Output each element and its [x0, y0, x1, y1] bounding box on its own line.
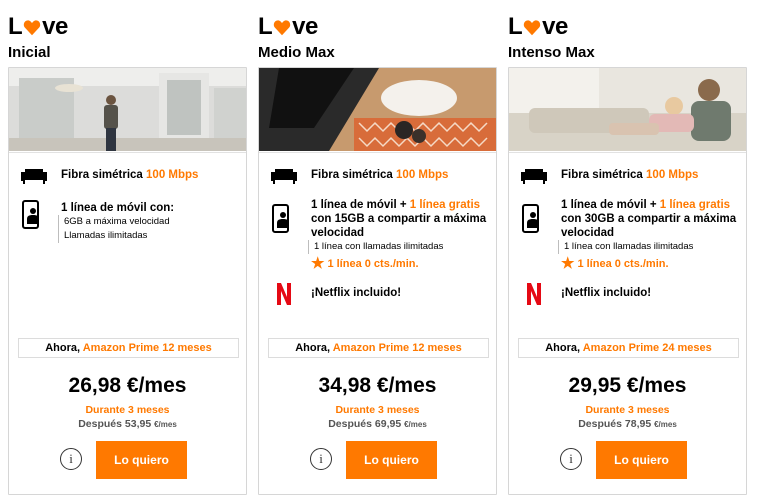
- promo-prefix: Ahora,: [45, 342, 81, 354]
- promo-offer: Amazon Prime 24 meses: [582, 342, 712, 354]
- promo-box: Ahora, Amazon Prime 12 meses: [18, 338, 239, 358]
- price-after: Después 78,95 €/mes: [509, 418, 746, 430]
- plan-card: Fibra simétrica 100 Mbps 1 línea de móvi…: [8, 67, 247, 495]
- fiber-speed: 100 Mbps: [646, 169, 699, 181]
- fiber-feature: Fibra simétrica 100 Mbps: [521, 168, 746, 188]
- plan-name: Medio Max: [258, 44, 335, 61]
- netflix-logo-icon: [527, 283, 541, 305]
- promo-prefix: Ahora,: [545, 342, 581, 354]
- price-after-label: Después 69,95: [328, 418, 402, 430]
- fiber-speed: 100 Mbps: [146, 169, 199, 181]
- divider: [259, 152, 496, 153]
- plan-photo: [9, 68, 246, 151]
- mobile-phone-icon: [522, 204, 539, 233]
- buy-button[interactable]: Lo quiero: [346, 441, 437, 479]
- divider: [9, 152, 246, 153]
- plan-card: Fibra simétrica 100 Mbps 1 línea de móvi…: [508, 67, 747, 495]
- plan-photo: [259, 68, 496, 151]
- fiber-feature: Fibra simétrica 100 Mbps: [21, 168, 246, 188]
- plan-card: Fibra simétrica 100 Mbps 1 línea de móvi…: [258, 67, 497, 495]
- mobile-sub-1: 6GB a máxima velocidad: [58, 215, 251, 229]
- sofa-icon: [271, 169, 297, 184]
- heart-icon: [523, 20, 541, 36]
- promo-offer: Amazon Prime 12 meses: [332, 342, 462, 354]
- mobile-feature: 1 línea de móvil con: 6GB a máxima veloc…: [21, 200, 246, 261]
- price: 26,98 €/mes: [68, 374, 187, 397]
- plan-name: Intenso Max: [508, 44, 595, 61]
- price-after-unit: €/mes: [404, 420, 427, 429]
- fiber-feature: Fibra simétrica 100 Mbps: [271, 168, 496, 188]
- fiber-label: Fibra simétrica: [311, 169, 393, 181]
- mobile-free-line: 1 línea gratis: [659, 199, 731, 211]
- divider: [509, 152, 746, 153]
- mobile-sub-2: Llamadas ilimitadas: [58, 229, 251, 243]
- price-after: Después 53,95 €/mes: [9, 418, 246, 430]
- fiber-speed: 100 Mbps: [396, 169, 449, 181]
- promo-box: Ahora, Amazon Prime 12 meses: [268, 338, 489, 358]
- price-after-label: Después 78,95: [578, 418, 652, 430]
- heart-icon: [23, 20, 41, 36]
- netflix-logo-icon: [277, 283, 291, 305]
- mobile-free-line: 1 línea gratis: [409, 199, 481, 211]
- promo-duration: Durante 3 meses: [335, 404, 420, 416]
- mobile-sub-1: 1 línea con llamadas ilimitadas: [558, 240, 741, 254]
- fiber-label: Fibra simétrica: [61, 169, 143, 181]
- promo-offer: Amazon Prime 12 meses: [82, 342, 212, 354]
- price-after-unit: €/mes: [154, 420, 177, 429]
- plan-column-intenso-max: L ve Intenso Max Fibra simétrica 100 Mbp…: [508, 0, 748, 504]
- price: 29,95 €/mes: [568, 374, 687, 397]
- star-text: 1 línea 0 cts./min.: [327, 258, 419, 270]
- mobile-line: 1 línea de móvil +: [561, 199, 657, 211]
- star-text: 1 línea 0 cts./min.: [577, 258, 669, 270]
- promo-duration: Durante 3 meses: [85, 404, 170, 416]
- netflix-feature: ¡Netflix incluido!: [521, 283, 746, 310]
- plan-column-medio-max: L ve Medio Max Fibra simétrica 100 Mbps …: [258, 0, 498, 504]
- love-logo: L ve: [508, 13, 568, 40]
- info-icon[interactable]: i: [310, 448, 332, 470]
- mobile-line: 1 línea de móvil con:: [61, 202, 175, 214]
- netflix-text: ¡Netflix incluido!: [561, 287, 652, 299]
- promo-duration: Durante 3 meses: [585, 404, 670, 416]
- mobile-data: con 15GB a compartir a máxima velocidad: [311, 213, 487, 239]
- star-feature: ★ 1 línea 0 cts./min.: [561, 255, 741, 272]
- mobile-line: 1 línea de móvil +: [311, 199, 407, 211]
- plan-column-inicial: L ve Inicial Fibra simétrica 100 Mbps 1 …: [8, 0, 248, 504]
- buy-button[interactable]: Lo quiero: [596, 441, 687, 479]
- plan-photo: [509, 68, 746, 151]
- price: 34,98 €/mes: [318, 374, 437, 397]
- mobile-phone-icon: [22, 200, 39, 229]
- info-icon[interactable]: i: [560, 448, 582, 470]
- mobile-feature: 1 línea de móvil + 1 línea gratis con 30…: [521, 198, 746, 278]
- netflix-feature: ¡Netflix incluido!: [271, 283, 496, 310]
- info-icon[interactable]: i: [60, 448, 82, 470]
- plan-name: Inicial: [8, 44, 51, 61]
- price-after-unit: €/mes: [654, 420, 677, 429]
- love-logo: L ve: [8, 13, 68, 40]
- mobile-sub-1: 1 línea con llamadas ilimitadas: [308, 240, 491, 254]
- sofa-icon: [21, 169, 47, 184]
- star-icon: ★: [561, 255, 575, 272]
- mobile-phone-icon: [272, 204, 289, 233]
- mobile-feature: 1 línea de móvil + 1 línea gratis con 15…: [271, 198, 496, 278]
- sofa-icon: [521, 169, 547, 184]
- star-feature: ★ 1 línea 0 cts./min.: [311, 255, 491, 272]
- netflix-text: ¡Netflix incluido!: [311, 287, 402, 299]
- price-after-label: Después 53,95: [78, 418, 152, 430]
- promo-box: Ahora, Amazon Prime 24 meses: [518, 338, 739, 358]
- love-logo: L ve: [258, 13, 318, 40]
- mobile-data: con 30GB a compartir a máxima velocidad: [561, 213, 737, 239]
- star-icon: ★: [311, 255, 325, 272]
- heart-icon: [273, 20, 291, 36]
- buy-button[interactable]: Lo quiero: [96, 441, 187, 479]
- price-after: Después 69,95 €/mes: [259, 418, 496, 430]
- fiber-label: Fibra simétrica: [561, 169, 643, 181]
- promo-prefix: Ahora,: [295, 342, 331, 354]
